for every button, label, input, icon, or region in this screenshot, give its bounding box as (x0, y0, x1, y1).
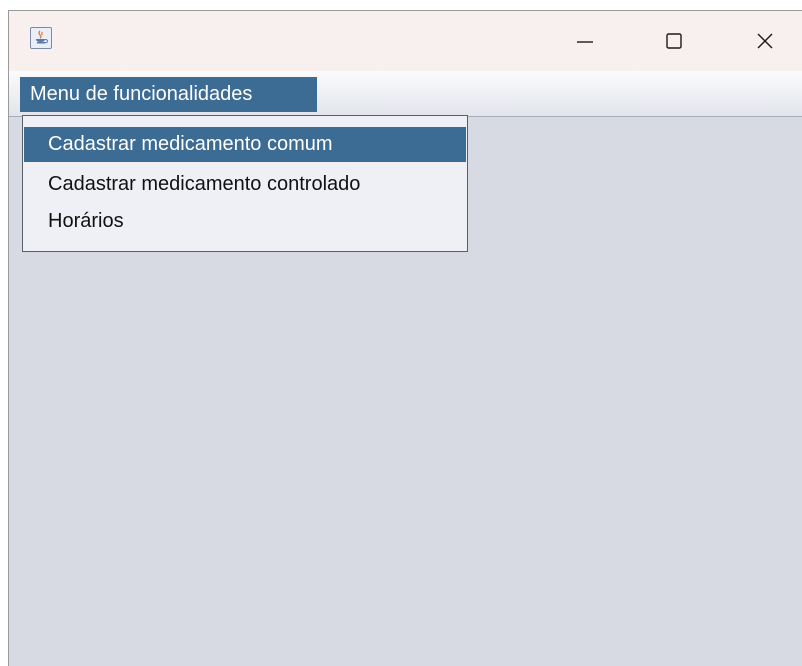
menu-item-cadastrar-medicamento-controlado[interactable]: Cadastrar medicamento controlado (24, 167, 466, 202)
maximize-icon (666, 33, 682, 49)
menu-bar: Menu de funcionalidades (9, 71, 802, 117)
menu-funcionalidades[interactable]: Menu de funcionalidades (20, 77, 317, 112)
minimize-button[interactable] (562, 21, 608, 61)
minimize-icon (577, 41, 593, 43)
app-window: Menu de funcionalidades Cadastrar medica… (8, 10, 802, 666)
close-icon (757, 33, 773, 49)
java-coffee-cup-icon[interactable] (30, 27, 52, 49)
title-bar[interactable] (9, 11, 802, 71)
menu-item-cadastrar-medicamento-comum[interactable]: Cadastrar medicamento comum (24, 127, 466, 162)
menu-item-horarios[interactable]: Horários (24, 204, 466, 239)
dropdown-menu: Cadastrar medicamento comum Cadastrar me… (22, 115, 468, 252)
maximize-button[interactable] (651, 21, 697, 61)
close-button[interactable] (742, 21, 788, 61)
